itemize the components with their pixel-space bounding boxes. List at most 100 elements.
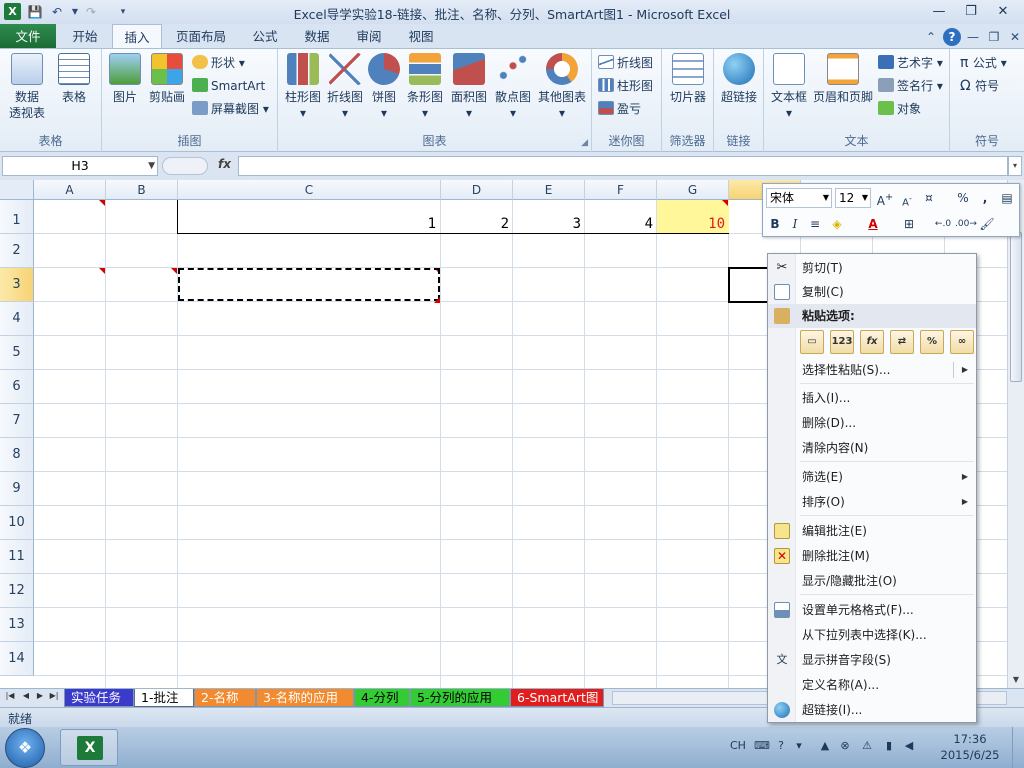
sheet-tab-names-usage[interactable]: 3-名称的应用 xyxy=(256,689,354,707)
menu-hyperlink[interactable]: 超链接(I)... xyxy=(768,698,976,722)
bold-icon[interactable]: B xyxy=(765,214,785,234)
volume-icon[interactable]: ◀ xyxy=(902,739,916,753)
symbol-button[interactable]: Ω 符号 xyxy=(960,76,999,96)
other-charts-button[interactable]: 其他图表 ▾ xyxy=(536,53,588,121)
comment-indicator-icon[interactable] xyxy=(434,297,440,303)
signal-icon[interactable]: ▮ xyxy=(882,739,896,753)
column-header-f[interactable]: F xyxy=(585,180,657,200)
charts-dialog-launcher-icon[interactable]: ◢ xyxy=(581,138,588,148)
borders-icon[interactable]: ⊞ xyxy=(899,214,919,234)
picture-button[interactable]: 图片 xyxy=(106,53,144,105)
menu-edit-comment[interactable]: 编辑批注(E) xyxy=(768,519,976,543)
security-icon[interactable]: ⊗ xyxy=(838,739,852,753)
cell-g1[interactable]: 10 xyxy=(657,216,725,232)
scatter-chart-button[interactable]: 散点图 ▾ xyxy=(492,53,534,121)
minimize-button[interactable]: — xyxy=(926,2,952,21)
cell-e1[interactable]: 3 xyxy=(513,216,581,232)
name-box[interactable]: H3 ▼ xyxy=(2,156,158,176)
tab-data[interactable]: 数据 xyxy=(294,24,340,49)
font-name-select[interactable]: 宋体 ▼ xyxy=(766,188,832,208)
smartart-button[interactable]: SmartArt xyxy=(192,76,265,96)
row-header-1[interactable]: 1 xyxy=(0,200,34,234)
column-header-b[interactable]: B xyxy=(106,180,178,200)
clock[interactable]: 17:36 2015/6/25 xyxy=(940,731,1000,763)
windows-start-icon[interactable]: ❖ xyxy=(5,728,45,768)
menu-phonetic-field[interactable]: 文显示拼音字段(S) xyxy=(768,648,976,672)
sparkline-line-button[interactable]: 折线图 xyxy=(598,53,653,73)
row-header-6[interactable]: 6 xyxy=(0,370,34,404)
prev-sheet-icon[interactable]: ◀ xyxy=(20,691,32,700)
doc-minimize-icon[interactable]: — xyxy=(964,28,982,46)
close-button[interactable]: ✕ xyxy=(990,2,1016,21)
hyperlink-button[interactable]: 超链接 xyxy=(718,53,760,105)
menu-insert[interactable]: 插入(I)... xyxy=(768,386,976,410)
sheet-tab-smartart[interactable]: 6-SmartArt图 xyxy=(510,689,604,707)
table-button[interactable]: 表格 xyxy=(54,53,94,105)
help-icon[interactable]: ? xyxy=(943,28,961,46)
sheet-tab-split-usage[interactable]: 5-分列的应用 xyxy=(410,689,510,707)
format-painter-icon[interactable]: 🖌 xyxy=(977,214,997,234)
taskbar-excel-button[interactable]: X xyxy=(60,729,118,766)
input-language[interactable]: CH xyxy=(730,739,746,752)
first-sheet-icon[interactable]: |◀ xyxy=(4,691,16,700)
paste-link-icon[interactable]: ∞ xyxy=(950,330,974,354)
tab-view[interactable]: 视图 xyxy=(398,24,444,49)
paste-values-icon[interactable]: 123 xyxy=(830,330,854,354)
cell-d1[interactable]: 2 xyxy=(441,216,509,232)
scroll-thumb[interactable] xyxy=(1010,232,1022,382)
textbox-button[interactable]: 文本框 ▾ xyxy=(768,53,810,121)
paste-transpose-icon[interactable]: ⇄ xyxy=(890,330,914,354)
insert-function-icon[interactable]: fx xyxy=(218,157,231,171)
clipart-button[interactable]: 剪贴画 xyxy=(146,53,188,105)
decrease-decimal-icon[interactable]: .00→ xyxy=(955,214,977,234)
show-desktop-button[interactable] xyxy=(1012,727,1024,768)
pie-chart-button[interactable]: 饼图 ▾ xyxy=(366,53,402,121)
row-header-5[interactable]: 5 xyxy=(0,336,34,370)
sheet-tab-split[interactable]: 4-分列 xyxy=(354,689,410,707)
row-header-12[interactable]: 12 xyxy=(0,574,34,608)
tab-file[interactable]: 文件 xyxy=(0,24,56,49)
sheet-tab-comments[interactable]: 1-批注 xyxy=(134,689,194,707)
comma-style-icon[interactable]: , xyxy=(975,188,995,208)
comment-indicator-icon[interactable] xyxy=(722,200,728,206)
slicer-button[interactable]: 切片器 xyxy=(666,53,710,105)
bar-chart-button[interactable]: 条形图 ▾ xyxy=(404,53,446,121)
sheet-tab-names[interactable]: 2-名称 xyxy=(194,689,256,707)
font-color-icon[interactable]: A xyxy=(863,214,883,234)
column-header-d[interactable]: D xyxy=(441,180,513,200)
area-chart-button[interactable]: 面积图 ▾ xyxy=(448,53,490,121)
row-header-7[interactable]: 7 xyxy=(0,404,34,438)
tray-expand-icon[interactable]: ▾ xyxy=(792,739,806,753)
vertical-scrollbar[interactable]: ▲ ▼ xyxy=(1007,180,1024,688)
row-header-2[interactable]: 2 xyxy=(0,234,34,268)
row-header-11[interactable]: 11 xyxy=(0,540,34,574)
menu-copy[interactable]: 复制(C) xyxy=(768,280,976,304)
scroll-down-icon[interactable]: ▼ xyxy=(1008,672,1024,688)
keyboard-icon[interactable]: ⌨ xyxy=(754,739,770,753)
row-header-9[interactable]: 9 xyxy=(0,472,34,506)
menu-paste-special[interactable]: 选择性粘贴(S)... ▶ xyxy=(768,358,976,382)
paste-icon[interactable]: ▭ xyxy=(800,330,824,354)
wordart-button[interactable]: 艺术字 ▾ xyxy=(878,53,943,73)
menu-pick-from-list[interactable]: 从下拉列表中选择(K)... xyxy=(768,623,976,647)
comment-indicator-icon[interactable] xyxy=(99,268,105,274)
menu-format-cells[interactable]: 设置单元格格式(F)... xyxy=(768,598,976,622)
signature-line-button[interactable]: 签名行 ▾ xyxy=(878,76,943,96)
help-tray-icon[interactable]: ? xyxy=(774,739,788,753)
menu-cut[interactable]: ✂ 剪切(T) xyxy=(768,256,976,280)
currency-format-icon[interactable]: ¤ xyxy=(919,188,939,208)
center-align-icon[interactable]: ≡ xyxy=(805,214,825,234)
next-sheet-icon[interactable]: ▶ xyxy=(34,691,46,700)
percent-style-icon[interactable]: % xyxy=(953,188,973,208)
format-painter-cell-icon[interactable]: ▤ xyxy=(997,188,1017,208)
column-header-a[interactable]: A xyxy=(34,180,106,200)
header-footer-button[interactable]: 页眉和页脚 xyxy=(812,53,874,105)
row-header-10[interactable]: 10 xyxy=(0,506,34,540)
menu-clear-contents[interactable]: 清除内容(N) xyxy=(768,436,976,460)
row-header-3[interactable]: 3 xyxy=(0,268,34,302)
row-header-13[interactable]: 13 xyxy=(0,608,34,642)
line-chart-button[interactable]: 折线图 ▾ xyxy=(324,53,366,121)
last-sheet-icon[interactable]: ▶| xyxy=(48,691,60,700)
menu-delete[interactable]: 删除(D)... xyxy=(768,411,976,435)
row-header-4[interactable]: 4 xyxy=(0,302,34,336)
